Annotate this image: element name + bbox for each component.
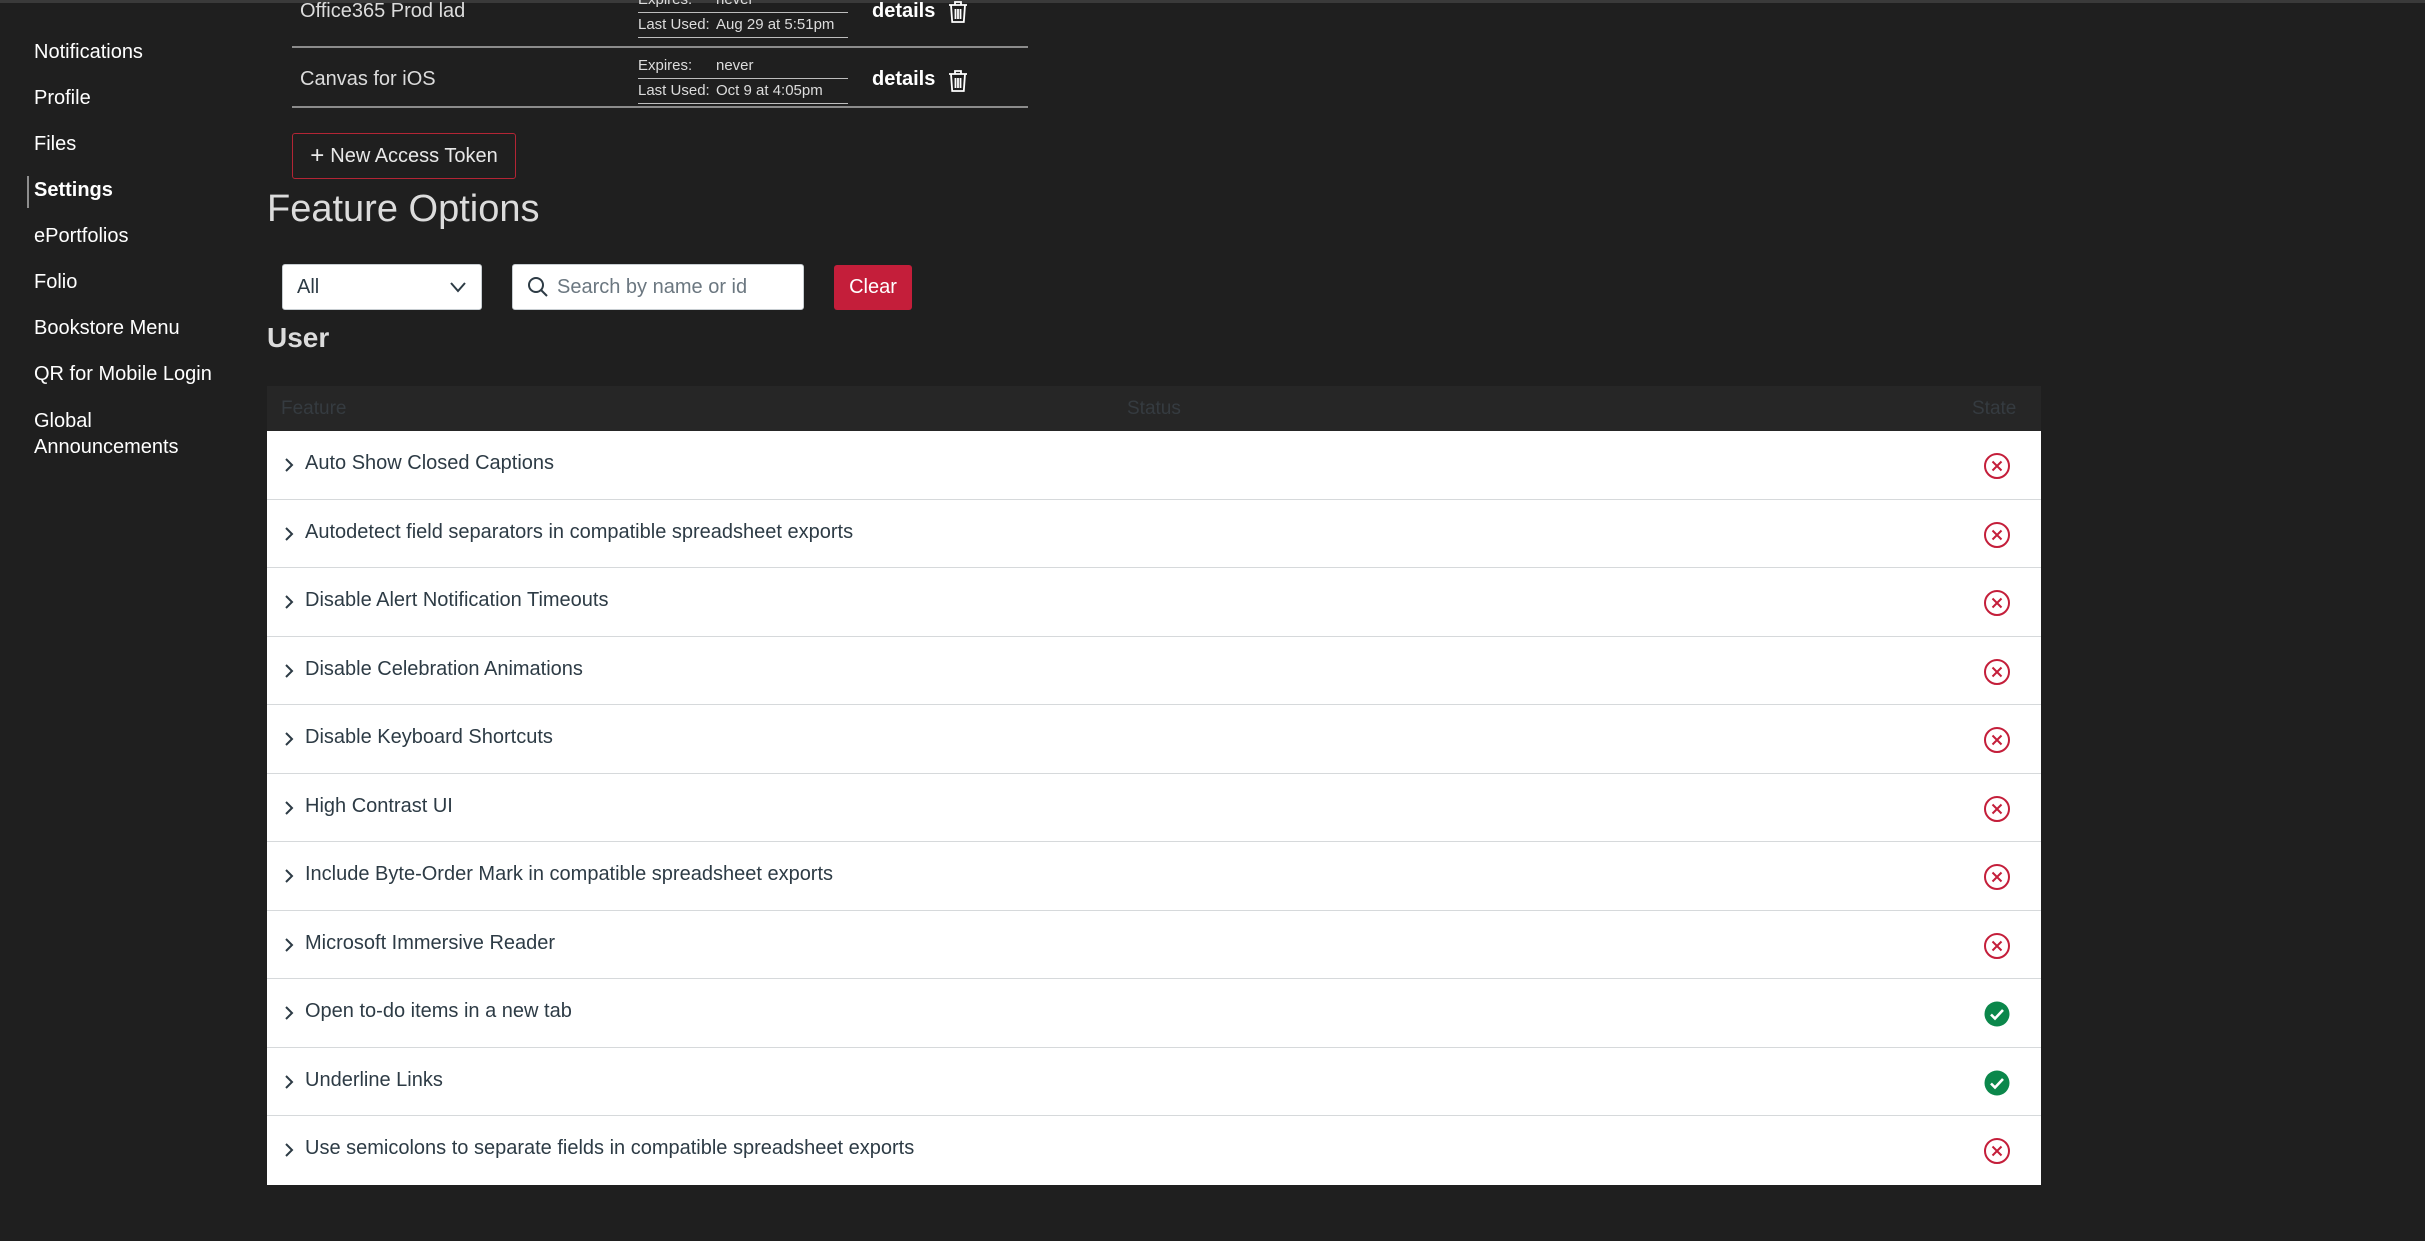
feature-label: Autodetect field separators in compatibl… [305,520,854,543]
token-row: Office365 Prod lad Expires: never Last U… [292,0,1028,48]
x-circle-icon[interactable] [1983,932,2011,960]
x-circle-icon[interactable] [1983,1137,2011,1165]
feature-label: Include Byte-Order Mark in compatible sp… [305,863,834,885]
feature-label: Underline Links [305,1068,443,1091]
feature-label: Disable Keyboard Shortcuts [305,726,553,748]
feature-row[interactable]: Microsoft Immersive Reader [267,910,2041,979]
trash-icon[interactable] [947,69,969,93]
feature-label: Open to-do items in a new tab [305,1000,572,1022]
check-circle-icon[interactable] [1983,1069,2011,1097]
feature-row[interactable]: Disable Keyboard Shortcuts [267,705,2041,774]
feature-label: Disable Celebration Animations [305,657,583,680]
chevron-right-icon[interactable] [283,800,295,821]
feature-row[interactable]: High Contrast UI [267,773,2041,842]
token-details-link[interactable]: details [872,0,935,23]
clear-button[interactable]: Clear [834,265,912,310]
features-table-body: Auto Show Closed Captions Autodetect fiel… [267,431,2041,1185]
sidebar-item-profile[interactable]: Profile [34,86,254,110]
feature-row[interactable]: Disable Celebration Animations [267,636,2041,705]
feature-label: High Contrast UI [305,794,453,817]
feature-row[interactable]: Include Byte-Order Mark in compatible sp… [267,842,2041,911]
feature-filter-select[interactable]: All [282,264,482,310]
x-circle-icon[interactable] [1983,658,2011,686]
token-expires: Expires: never [638,54,848,79]
x-circle-icon[interactable] [1983,589,2011,617]
sidebar-item-folio[interactable]: Folio [34,270,254,294]
chevron-right-icon[interactable] [283,663,295,684]
token-last-used: Last Used: Oct 9 at 4:05pm [638,79,848,104]
access-tokens-table: Office365 Prod lad Expires: never Last U… [292,0,1028,108]
search-icon [528,277,548,297]
feature-row[interactable]: Underline Links [267,1047,2041,1116]
features-table-header: Feature Status State [267,386,2041,431]
feature-row[interactable]: Open to-do items in a new tab [267,979,2041,1048]
feature-row[interactable]: Use semicolons to separate fields in com… [267,1116,2041,1185]
chevron-right-icon[interactable] [283,868,295,889]
chevron-right-icon[interactable] [283,1005,295,1026]
feature-row[interactable]: Auto Show Closed Captions [267,431,2041,500]
token-meta: Expires: never Last Used: Aug 29 at 5:51… [638,0,848,38]
chevron-right-icon[interactable] [283,937,295,958]
active-nav-indicator [27,176,29,208]
chevron-down-icon [450,282,466,293]
feature-label: Use semicolons to separate fields in com… [305,1137,915,1159]
token-meta: Expires: never Last Used: Oct 9 at 4:05p… [638,54,848,104]
chevron-right-icon[interactable] [283,1142,295,1163]
chevron-right-icon[interactable] [283,731,295,752]
sidebar-item-files[interactable]: Files [34,132,254,156]
plus-icon: + [310,142,325,169]
features-table: Feature Status State Auto Show Closed Ca… [267,386,2041,1185]
filter-selected-value: All [297,275,320,298]
x-circle-icon[interactable] [1983,726,2011,754]
feature-label: Microsoft Immersive Reader [305,931,556,954]
check-circle-icon[interactable] [1983,1000,2011,1028]
chevron-right-icon[interactable] [283,594,295,615]
settings-sidebar: Notifications Profile Files Settings ePo… [34,40,254,482]
sidebar-item-global-announcements[interactable]: Global Announcements [34,408,194,460]
feature-label: Disable Alert Notification Timeouts [305,589,609,611]
column-header-state: State [1972,398,2017,419]
feature-options-title: Feature Options [267,188,540,230]
sidebar-item-bookstore-menu[interactable]: Bookstore Menu [34,316,254,340]
token-expires: Expires: never [638,0,848,13]
token-details-link[interactable]: details [872,68,935,91]
search-input[interactable] [557,275,797,299]
x-circle-icon[interactable] [1983,452,2011,480]
sidebar-item-qr-mobile-login[interactable]: QR for Mobile Login [34,362,254,386]
trash-icon[interactable] [947,0,969,24]
column-header-status: Status [1127,398,1181,419]
chevron-right-icon[interactable] [283,457,295,478]
feature-row[interactable]: Autodetect field separators in compatibl… [267,499,2041,568]
new-access-token-button[interactable]: + New Access Token [292,133,516,179]
x-circle-icon[interactable] [1983,863,2011,891]
section-title-user: User [267,322,330,353]
chevron-right-icon[interactable] [283,526,295,547]
feature-label: Auto Show Closed Captions [305,452,555,474]
sidebar-item-settings[interactable]: Settings [34,178,254,202]
token-name: Canvas for iOS [300,68,436,90]
sidebar-item-notifications[interactable]: Notifications [34,40,254,64]
chevron-right-icon[interactable] [283,1074,295,1095]
token-last-used: Last Used: Aug 29 at 5:51pm [638,13,848,38]
token-row: Canvas for iOS Expires: never Last Used:… [292,48,1028,108]
x-circle-icon[interactable] [1983,795,2011,823]
sidebar-item-eportfolios[interactable]: ePortfolios [34,224,254,248]
x-circle-icon[interactable] [1983,521,2011,549]
column-header-feature: Feature [281,398,347,419]
token-name: Office365 Prod lad [300,0,466,22]
feature-row[interactable]: Disable Alert Notification Timeouts [267,568,2041,637]
feature-search-box[interactable] [512,264,804,310]
